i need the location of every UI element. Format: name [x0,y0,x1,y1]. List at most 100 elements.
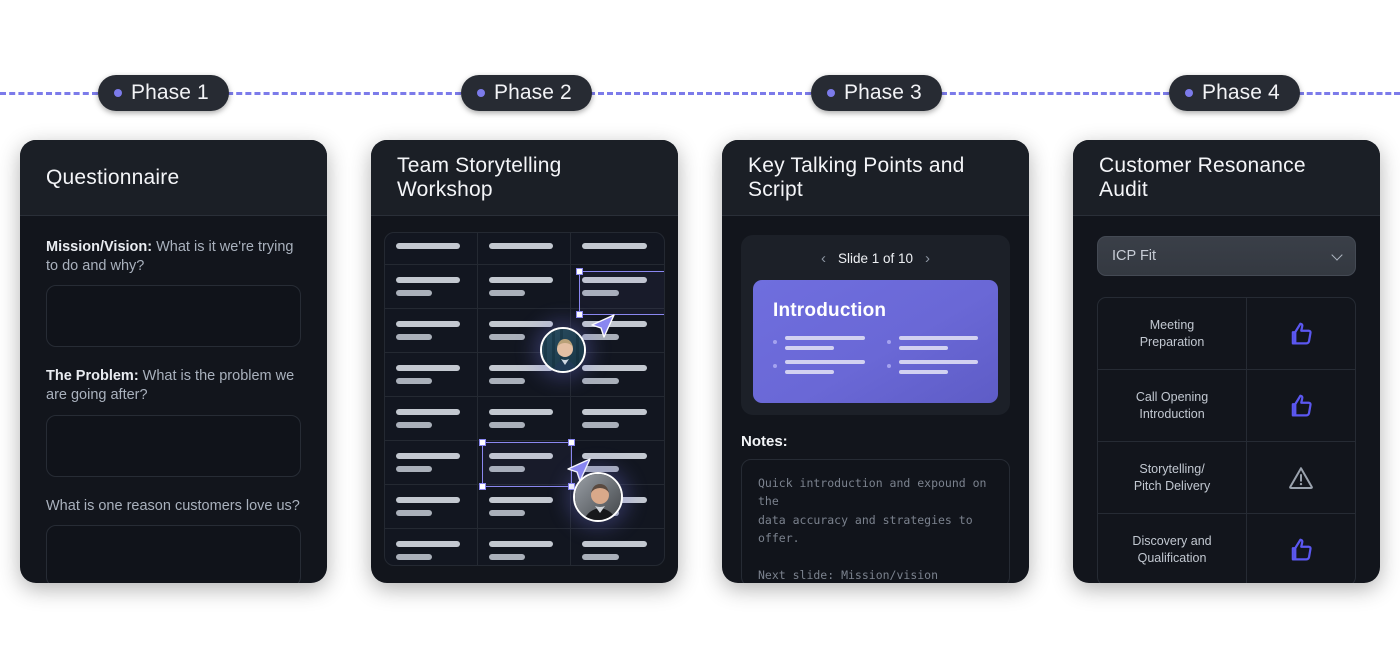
placeholder-bar [582,365,648,371]
phase-label: Phase 3 [844,81,922,104]
placeholder-bar [582,541,648,547]
grid-cell[interactable] [478,485,571,529]
grid-cell[interactable] [385,397,478,441]
phase-dot-icon [477,89,485,97]
card-body [371,216,678,582]
grid-cell[interactable] [385,353,478,397]
card-title: Team Storytelling Workshop [397,153,562,201]
placeholder-bar [396,277,461,283]
placeholder-bar [489,243,554,249]
card-body: ICP Fit Meeting Preparation Call Opening… [1073,216,1380,583]
slide-panel: ‹ Slide 1 of 10 › Introduction [741,235,1010,415]
status-cell[interactable] [1247,514,1355,583]
timeline-segment-4 [1298,92,1400,95]
placeholder-line [785,370,835,374]
card-title: Customer Resonance Audit [1099,153,1306,201]
audit-row-label: Storytelling/ Pitch Delivery [1098,442,1248,513]
slide-bullet [773,360,865,374]
status-cell[interactable] [1247,442,1355,513]
grid-cell[interactable] [478,233,571,265]
table-row[interactable]: Discovery and Qualification [1098,514,1355,583]
grid-cell[interactable] [478,265,571,309]
timeline-segment-2 [589,92,811,95]
grid-cell[interactable] [571,353,664,397]
placeholder-bar [396,422,433,428]
bullet-dot-icon [773,364,777,368]
card-header: Team Storytelling Workshop [371,140,678,216]
placeholder-bar [582,378,619,384]
timeline-segment-3 [941,92,1169,95]
grid-cell[interactable] [385,233,478,265]
workshop-grid[interactable] [385,233,664,565]
grid-cell[interactable] [571,529,664,565]
slide-next-icon[interactable]: › [925,251,930,266]
placeholder-bar [582,453,648,459]
grid-cell[interactable] [385,529,478,565]
placeholder-bar [489,422,526,428]
grid-cell[interactable] [478,397,571,441]
phase-pill-2[interactable]: Phase 2 [461,75,592,111]
placeholder-bar [396,541,461,547]
timeline-segment-1 [218,92,461,95]
status-cell[interactable] [1247,298,1355,369]
placeholder-bar [489,466,526,472]
phase-pill-3[interactable]: Phase 3 [811,75,942,111]
audit-row-label: Discovery and Qualification [1098,514,1248,583]
slide-preview[interactable]: Introduction [753,280,998,403]
notes-box[interactable]: Quick introduction and expound on the da… [741,459,1010,583]
placeholder-bar [489,290,526,296]
card-workshop: Team Storytelling Workshop [371,140,678,583]
phase-pill-1[interactable]: Phase 1 [98,75,229,111]
card-questionnaire: Questionnaire Mission/Vision: What is it… [20,140,327,583]
grid-cell[interactable] [571,265,664,309]
question-answer-3[interactable] [46,524,301,583]
question-answer-2[interactable] [46,414,301,477]
grid-cell[interactable] [385,441,478,485]
grid-cell[interactable] [571,397,664,441]
phase-pill-4[interactable]: Phase 4 [1169,75,1300,111]
table-row[interactable]: Storytelling/ Pitch Delivery [1098,442,1355,514]
card-header: Key Talking Points and Script [722,140,1029,216]
question-answer-1[interactable] [46,285,301,348]
placeholder-bar [582,554,619,560]
card-script: Key Talking Points and Script ‹ Slide 1 … [722,140,1029,583]
question-label-1: Mission/Vision: What is it we're trying … [46,238,301,276]
placeholder-bar [582,466,619,472]
placeholder-bar [396,243,461,249]
placeholder-bar [396,453,461,459]
table-row[interactable]: Meeting Preparation [1098,298,1355,370]
grid-cell[interactable] [385,309,478,353]
grid-cell[interactable] [478,441,571,485]
slide-prev-icon[interactable]: ‹ [821,251,826,266]
avatar-collaborator-two[interactable] [573,472,623,522]
placeholder-bar [489,497,554,503]
card-audit: Customer Resonance Audit ICP Fit Meeting… [1073,140,1380,583]
bullet-dot-icon [773,340,777,344]
table-row[interactable]: Call Opening Introduction [1098,370,1355,442]
slide-title: Introduction [773,300,887,321]
slide-bullet [773,336,865,350]
notes-text: Quick introduction and expound on the da… [758,476,987,582]
icp-fit-select[interactable]: ICP Fit [1097,236,1356,276]
timeline-segment-0 [0,92,98,95]
placeholder-line [785,346,835,350]
thumbs-up-icon [1291,538,1312,560]
avatar-collaborator-one[interactable] [540,327,586,373]
grid-cell[interactable] [385,265,478,309]
placeholder-line [785,360,865,364]
placeholder-bar [396,510,433,516]
placeholder-bar [489,334,526,340]
chevron-down-icon [1331,249,1343,261]
grid-cell[interactable] [385,485,478,529]
status-cell[interactable] [1247,370,1355,441]
bullet-dot-icon [886,364,891,368]
grid-cell[interactable] [478,529,571,565]
card-header: Customer Resonance Audit [1073,140,1380,216]
slide-bullet-column [773,336,865,384]
phase-dot-icon [827,89,835,97]
audit-row-label: Call Opening Introduction [1098,370,1248,441]
placeholder-bar [582,277,648,283]
bullet-lines [785,360,865,374]
grid-cell[interactable] [571,233,664,265]
placeholder-bar [489,541,554,547]
